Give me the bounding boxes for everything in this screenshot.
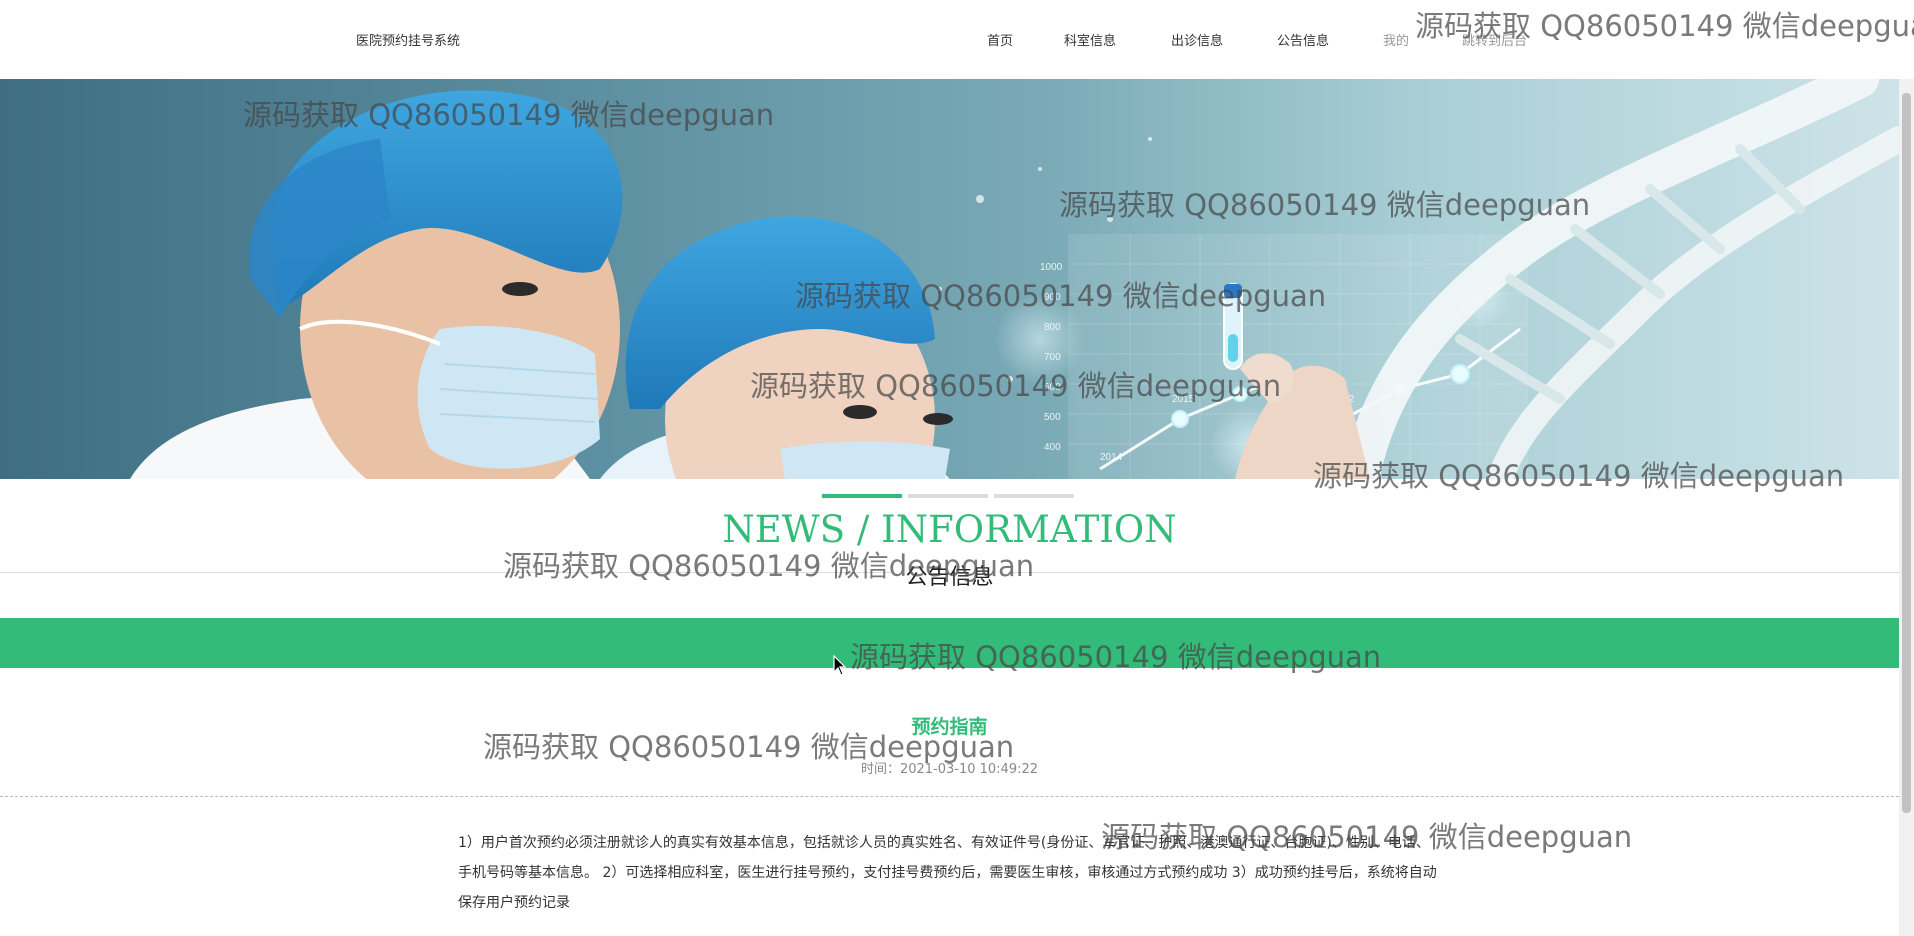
mouse-cursor-icon xyxy=(833,655,847,676)
nav-announcements[interactable]: 公告信息 xyxy=(1277,30,1329,49)
section-bar xyxy=(0,618,1899,668)
nav-home[interactable]: 首页 xyxy=(987,30,1013,49)
news-heading-zh-text: 公告信息 xyxy=(891,565,1008,590)
page-scrollbar[interactable] xyxy=(1899,79,1914,936)
nav-admin[interactable]: 跳转到后台 xyxy=(1462,30,1527,49)
chart-tick: 1000 xyxy=(1040,262,1063,273)
doctor-illustration xyxy=(600,216,953,479)
article-body: 1）用户首次预约必须注册就诊人的真实有效基本信息，包括就诊人员的真实姓名、有效证… xyxy=(458,835,1437,911)
article-time: 时间：2021-03-10 10:49:22 xyxy=(860,762,1039,777)
chart-tick: 500 xyxy=(1044,412,1061,423)
article-separator xyxy=(0,796,1899,797)
chart-tick: 400 xyxy=(1044,442,1061,453)
chart-tick: 600 xyxy=(1044,382,1061,393)
scrollbar-thumb[interactable] xyxy=(1902,93,1911,813)
nav-departments[interactable]: 科室信息 xyxy=(1064,30,1116,49)
news-heading-zh: 公告信息 xyxy=(0,559,1899,591)
news-heading-en: NEWS / INFORMATION xyxy=(722,508,1177,551)
nav-schedule[interactable]: 出诊信息 xyxy=(1171,30,1223,49)
doctor-illustration xyxy=(130,90,623,479)
carousel-dot-3[interactable] xyxy=(994,494,1074,498)
chart-year: 2015 xyxy=(1172,394,1195,405)
site-brand[interactable]: 医院预约挂号系统 xyxy=(356,30,460,49)
hero-banner[interactable]: 1000 900 800 700 600 500 400 2014 2015 2… xyxy=(0,79,1899,479)
top-navbar: 医院预约挂号系统 首页 科室信息 出诊信息 公告信息 我的 跳转到后台 xyxy=(0,0,1899,79)
article-title: 预约指南 xyxy=(911,716,988,738)
carousel-dot-2[interactable] xyxy=(908,494,988,498)
carousel-dot-1[interactable] xyxy=(822,494,902,498)
banner-illustration: 1000 900 800 700 600 500 400 2014 2015 2… xyxy=(130,79,1899,479)
nav-mine[interactable]: 我的 xyxy=(1383,30,1409,49)
